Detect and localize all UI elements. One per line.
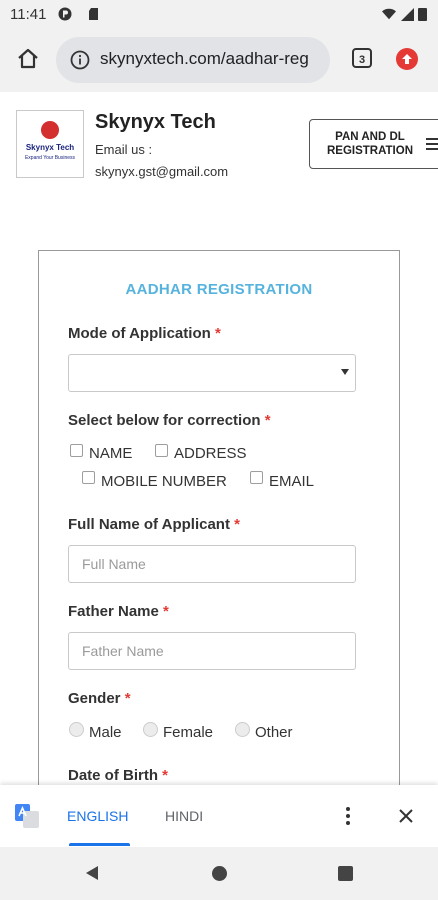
more-options-icon[interactable] bbox=[344, 806, 352, 826]
gender-label: Gender * bbox=[68, 690, 131, 707]
checkbox-mobile-number-label: MOBILE NUMBER bbox=[101, 473, 227, 490]
site-title: Skynyx Tech bbox=[95, 111, 216, 133]
checkbox-address-label: ADDRESS bbox=[174, 445, 247, 462]
nav-button-label: PAN AND DL REGISTRATION bbox=[326, 131, 414, 157]
info-icon[interactable] bbox=[70, 50, 90, 70]
form-title: AADHAR REGISTRATION bbox=[125, 281, 313, 298]
radio-other[interactable] bbox=[235, 722, 250, 737]
home-button-icon[interactable] bbox=[212, 866, 227, 881]
status-time: 11:41 bbox=[10, 6, 47, 23]
mode-of-application-label: Mode of Application * bbox=[68, 325, 221, 342]
full-name-input[interactable] bbox=[68, 545, 356, 583]
mode-of-application-select[interactable] bbox=[68, 354, 356, 392]
back-icon[interactable] bbox=[85, 865, 99, 881]
radio-female[interactable] bbox=[143, 722, 158, 737]
checkbox-address[interactable] bbox=[155, 444, 168, 457]
google-translate-icon bbox=[15, 804, 39, 828]
aadhar-registration-form: AADHAR REGISTRATION Mode of Application … bbox=[38, 250, 400, 810]
radio-female-label: Female bbox=[163, 724, 214, 741]
tab-switcher-button[interactable]: 3 bbox=[352, 48, 372, 68]
active-tab-indicator bbox=[69, 843, 130, 846]
sd-card-icon bbox=[89, 8, 98, 20]
checkbox-name-label: NAME bbox=[89, 445, 133, 462]
logo-emblem bbox=[41, 121, 59, 139]
browser-toolbar: skynyxtech.com/aadhar-reg bbox=[0, 30, 438, 92]
location-icon bbox=[58, 7, 72, 21]
email-label: Email us : bbox=[95, 142, 153, 157]
correction-label: Select below for correction * bbox=[68, 412, 271, 429]
recents-icon[interactable] bbox=[338, 866, 353, 881]
checkbox-email[interactable] bbox=[250, 471, 263, 484]
email-address[interactable]: skynyx.gst@gmail.com bbox=[95, 164, 228, 179]
hamburger-menu-icon[interactable] bbox=[426, 137, 438, 151]
logo-tagline: Expand Your Business bbox=[24, 155, 76, 161]
full-name-label: Full Name of Applicant * bbox=[68, 516, 240, 533]
radio-male[interactable] bbox=[69, 722, 84, 737]
battery-icon bbox=[418, 8, 427, 21]
radio-other-label: Other bbox=[255, 724, 293, 741]
logo-name: Skynyx Tech bbox=[25, 143, 75, 152]
checkbox-name[interactable] bbox=[70, 444, 83, 457]
signal-icon bbox=[401, 8, 414, 21]
date-of-birth-label: Date of Birth * bbox=[68, 767, 169, 784]
close-icon[interactable] bbox=[399, 809, 413, 823]
extension-icon[interactable] bbox=[396, 48, 418, 70]
system-navigation-bar bbox=[0, 847, 438, 900]
father-name-input[interactable] bbox=[68, 632, 356, 670]
url-text[interactable]: skynyxtech.com/aadhar-reg bbox=[100, 49, 326, 69]
home-icon[interactable] bbox=[15, 46, 41, 72]
tab-english[interactable]: ENGLISH bbox=[67, 808, 128, 824]
pan-dl-registration-button[interactable]: PAN AND DL REGISTRATION bbox=[309, 119, 438, 169]
address-bar[interactable]: skynyxtech.com/aadhar-reg bbox=[56, 37, 330, 83]
father-name-label: Father Name * bbox=[68, 603, 169, 620]
checkbox-mobile-number[interactable] bbox=[82, 471, 95, 484]
wifi-icon bbox=[382, 8, 396, 20]
status-bar: 11:41 bbox=[0, 0, 438, 30]
radio-male-label: Male bbox=[89, 724, 122, 741]
tab-hindi[interactable]: HINDI bbox=[165, 808, 203, 824]
checkbox-email-label: EMAIL bbox=[269, 473, 315, 490]
translate-bar: ENGLISH HINDI bbox=[0, 785, 438, 847]
chevron-down-icon bbox=[341, 369, 349, 375]
site-logo[interactable]: Skynyx Tech Expand Your Business bbox=[16, 110, 84, 178]
